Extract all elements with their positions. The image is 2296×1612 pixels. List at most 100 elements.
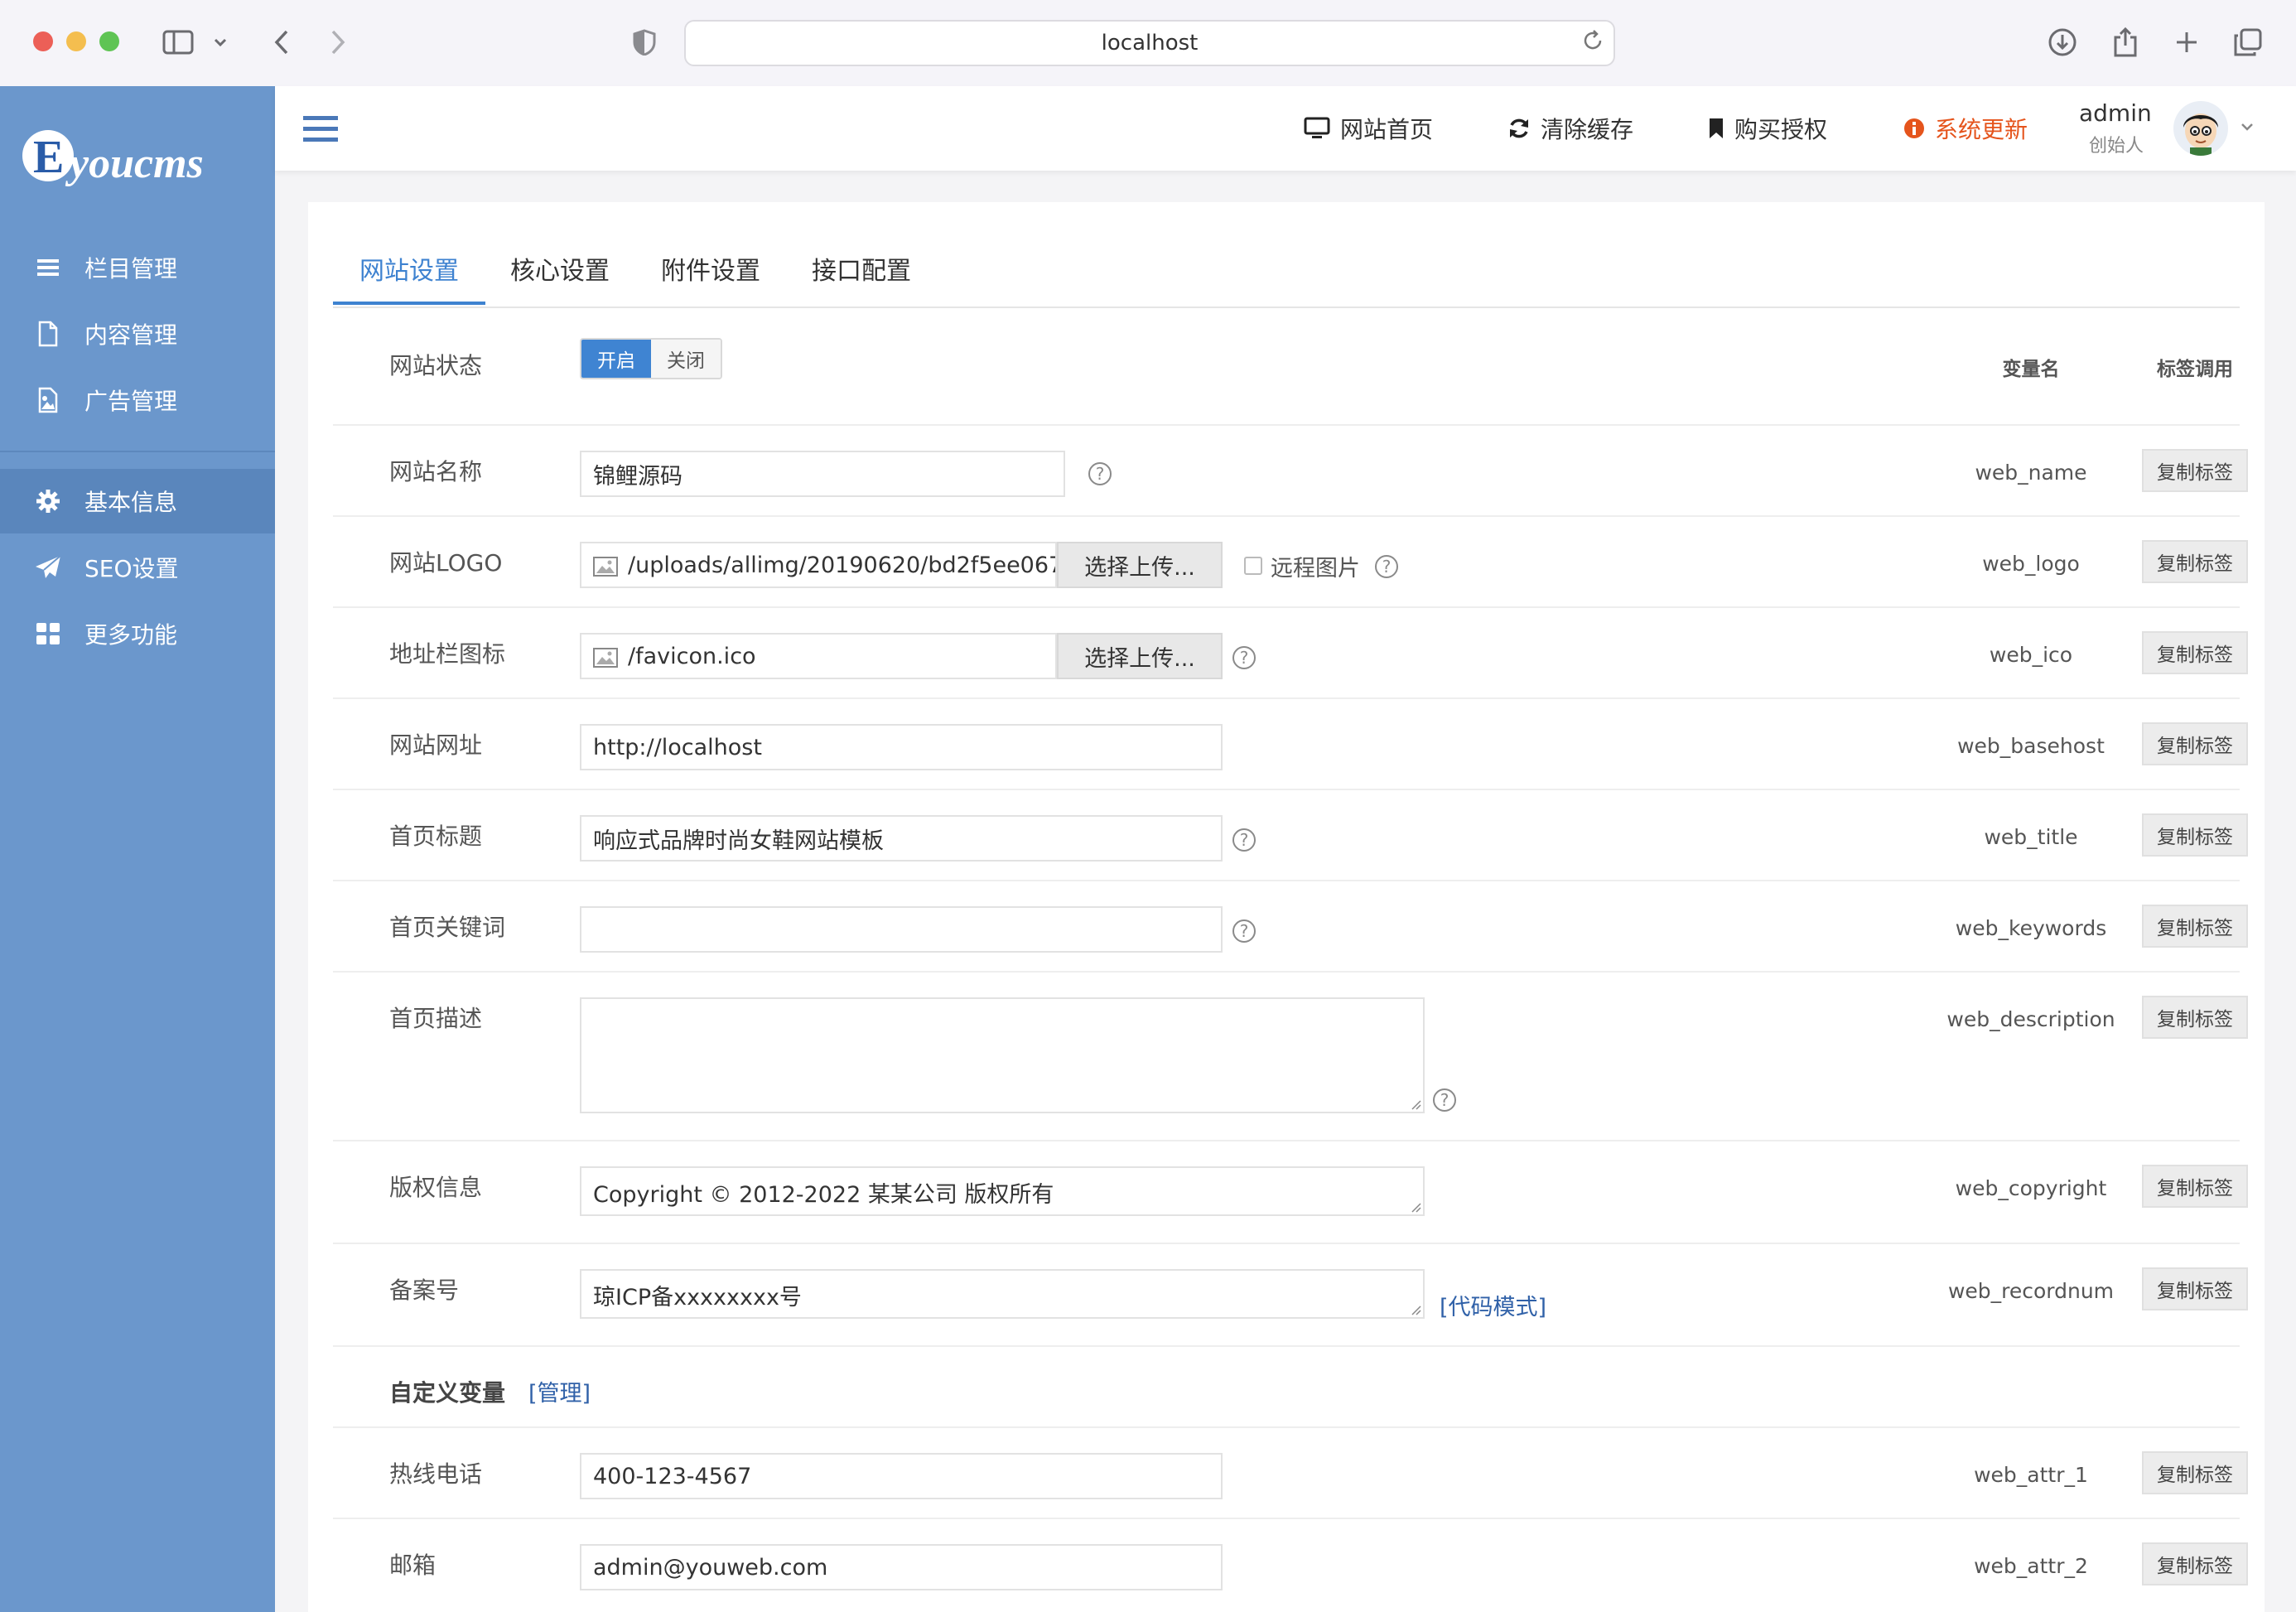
copy-tag-button[interactable]: 复制标签 (2142, 1451, 2248, 1494)
row-site-name: 网站名称 锦鲤源码 ? web_name 复制标签 (333, 426, 2248, 517)
share-icon[interactable] (2107, 23, 2144, 61)
site-name-input[interactable]: 锦鲤源码 (580, 451, 1065, 497)
active-tab-indicator (333, 302, 485, 305)
shield-icon[interactable] (628, 23, 661, 61)
textarea-value: 琼ICP备xxxxxxxx号 (593, 1285, 802, 1310)
system-update-label: 系统更新 (1935, 116, 2028, 143)
column-header-tag-call: 标签调用 (2157, 359, 2233, 380)
home-title-input[interactable]: 响应式品牌时尚女鞋网站模板 (580, 815, 1223, 862)
tab-overview-icon[interactable] (2230, 23, 2266, 61)
address-bar[interactable]: localhost (684, 20, 1615, 66)
grid-icon (31, 622, 65, 645)
back-icon[interactable] (265, 23, 298, 61)
status-off-button[interactable]: 关闭 (651, 340, 721, 378)
tab-attachment-settings[interactable]: 附件设置 (661, 250, 760, 287)
sidebar-toggle-icon[interactable] (159, 23, 197, 61)
sidebar-item-basic-info[interactable]: 基本信息 (0, 469, 275, 533)
copy-tag-button[interactable]: 复制标签 (2142, 540, 2248, 583)
row-email: 邮箱 admin@youweb.com web_attr_2 复制标签 (333, 1519, 2248, 1612)
browser-toolbar: localhost (0, 0, 2296, 88)
upload-favicon-button[interactable]: 选择上传... (1057, 633, 1223, 679)
row-copyright: 版权信息 Copyright © 2012-2022 某某公司 版权所有 web… (333, 1141, 2248, 1244)
sidebar-item-label: 广告管理 (84, 388, 178, 415)
hotline-input[interactable]: 400-123-4567 (580, 1453, 1223, 1499)
forward-icon[interactable] (321, 23, 355, 61)
system-update-link[interactable]: 系统更新 (1903, 109, 2028, 147)
var-name: web_attr_2 (1974, 1554, 2088, 1578)
code-mode-link[interactable]: [代码模式] (1440, 1289, 1546, 1321)
field-label: 版权信息 (389, 1174, 483, 1201)
avatar[interactable] (2173, 101, 2228, 156)
resize-grip-icon[interactable] (1410, 1201, 1421, 1213)
remote-image-checkbox[interactable] (1244, 557, 1262, 575)
tab-interface-config[interactable]: 接口配置 (812, 250, 911, 287)
tab-site-settings[interactable]: 网站设置 (359, 250, 459, 287)
manage-custom-variables-link[interactable]: [管理] (528, 1375, 591, 1407)
copy-tag-button[interactable]: 复制标签 (2142, 1165, 2248, 1208)
sidebar-item-seo[interactable]: SEO设置 (0, 535, 275, 600)
settings-panel: 网站设置 核心设置 附件设置 接口配置 网站状态 开启 关闭 变量名 标签调用 … (308, 202, 2265, 1612)
copy-tag-button[interactable]: 复制标签 (2142, 996, 2248, 1039)
site-status-toggle[interactable]: 开启 关闭 (580, 338, 722, 379)
copy-tag-button[interactable]: 复制标签 (2142, 905, 2248, 948)
copy-tag-button[interactable]: 复制标签 (2142, 1542, 2248, 1585)
download-icon[interactable] (2044, 23, 2081, 61)
minimize-window-button[interactable] (66, 31, 86, 51)
upload-logo-button[interactable]: 选择上传... (1057, 542, 1223, 588)
zoom-window-button[interactable] (99, 31, 119, 51)
favicon-input[interactable]: /favicon.ico (580, 633, 1057, 679)
resize-grip-icon[interactable] (1410, 1304, 1421, 1315)
record-number-textarea[interactable]: 琼ICP备xxxxxxxx号 (580, 1269, 1425, 1319)
column-header-var-name: 变量名 (2002, 359, 2060, 380)
var-name: web_name (1975, 461, 2087, 485)
copy-tag-button[interactable]: 复制标签 (2142, 449, 2248, 492)
copyright-textarea[interactable]: Copyright © 2012-2022 某某公司 版权所有 (580, 1166, 1425, 1216)
eyoucms-logo[interactable]: E youcms (22, 124, 253, 191)
row-favicon: 地址栏图标 /favicon.ico 选择上传... ? web_ico 复制标… (333, 608, 2248, 699)
site-url-input[interactable]: http://localhost (580, 724, 1223, 770)
field-label: 网站名称 (389, 458, 483, 485)
row-site-url: 网站网址 http://localhost web_basehost 复制标签 (333, 699, 2248, 790)
help-icon[interactable]: ? (1433, 1088, 1456, 1112)
email-input[interactable]: admin@youweb.com (580, 1544, 1223, 1590)
paper-plane-icon (31, 555, 65, 580)
buy-license-link[interactable]: 购买授权 (1708, 109, 1827, 147)
status-on-button[interactable]: 开启 (581, 340, 651, 378)
site-home-link[interactable]: 网站首页 (1304, 109, 1433, 147)
copy-tag-button[interactable]: 复制标签 (2142, 722, 2248, 765)
copy-tag-button[interactable]: 复制标签 (2142, 1267, 2248, 1310)
sidebar-item-ad-management[interactable]: 广告管理 (0, 368, 275, 432)
sidebar-item-label: 栏目管理 (84, 255, 178, 282)
image-icon (593, 648, 618, 671)
clear-cache-link[interactable]: 清除缓存 (1507, 109, 1633, 147)
new-tab-icon[interactable] (2168, 23, 2205, 61)
help-icon[interactable]: ? (1232, 919, 1256, 943)
chevron-down-icon[interactable] (2240, 119, 2255, 135)
menu-toggle-icon[interactable] (303, 114, 338, 147)
tab-core-settings[interactable]: 核心设置 (510, 250, 610, 287)
copy-tag-button[interactable]: 复制标签 (2142, 813, 2248, 857)
image-icon (593, 557, 618, 580)
document-icon (31, 321, 65, 347)
sidebar-item-content-management[interactable]: 内容管理 (0, 302, 275, 366)
home-keywords-input[interactable] (580, 906, 1223, 953)
var-name: web_copyright (1955, 1176, 2107, 1200)
resize-grip-icon[interactable] (1410, 1098, 1421, 1110)
user-role: 创始人 (2089, 136, 2144, 157)
help-icon[interactable]: ? (1232, 828, 1256, 852)
sidebar-item-more-features[interactable]: 更多功能 (0, 601, 275, 666)
user-name[interactable]: admin (2079, 99, 2152, 127)
help-icon[interactable]: ? (1088, 462, 1112, 485)
info-icon (1904, 118, 1924, 138)
copy-tag-button[interactable]: 复制标签 (2142, 631, 2248, 674)
field-label: 网站LOGO (389, 549, 503, 577)
help-icon[interactable]: ? (1232, 646, 1256, 669)
sidebar-item-column-management[interactable]: 栏目管理 (0, 235, 275, 300)
help-icon[interactable]: ? (1375, 555, 1398, 578)
home-description-textarea[interactable] (580, 997, 1425, 1113)
close-window-button[interactable] (33, 31, 53, 51)
chevron-down-icon[interactable] (210, 23, 230, 61)
site-logo-input[interactable]: /uploads/allimg/20190620/bd2f5ee067c (580, 542, 1057, 588)
reload-icon[interactable] (1580, 28, 1605, 59)
sidebar-item-label: SEO设置 (84, 555, 179, 582)
